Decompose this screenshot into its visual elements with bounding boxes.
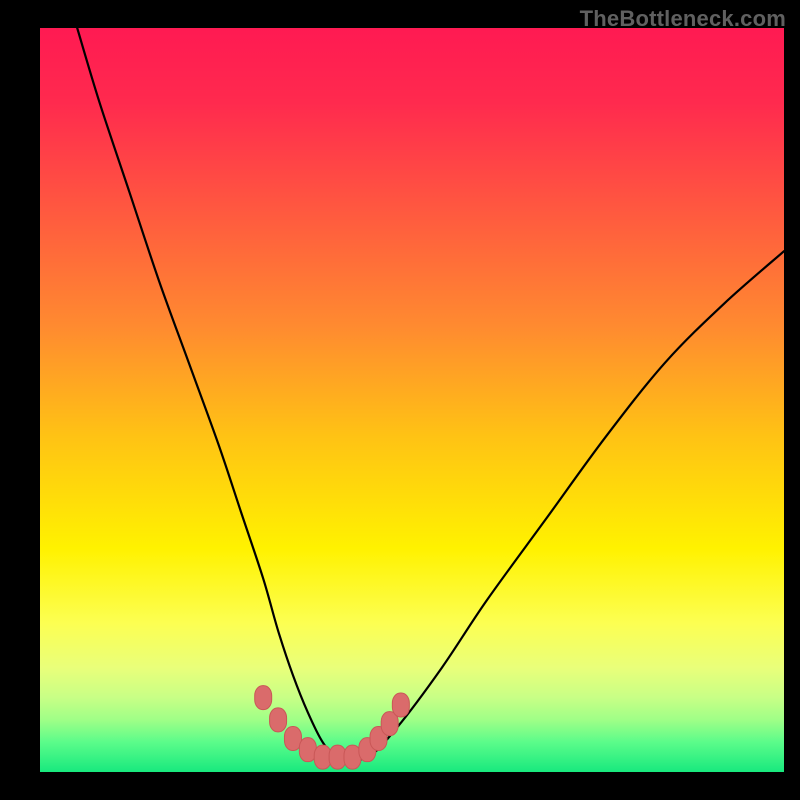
marker-point [392,693,409,717]
bottleneck-chart [0,0,800,800]
marker-point [255,686,272,710]
watermark-text: TheBottleneck.com [580,6,786,32]
plot-background [40,28,784,772]
chart-frame: TheBottleneck.com [0,0,800,800]
marker-point [270,708,287,732]
